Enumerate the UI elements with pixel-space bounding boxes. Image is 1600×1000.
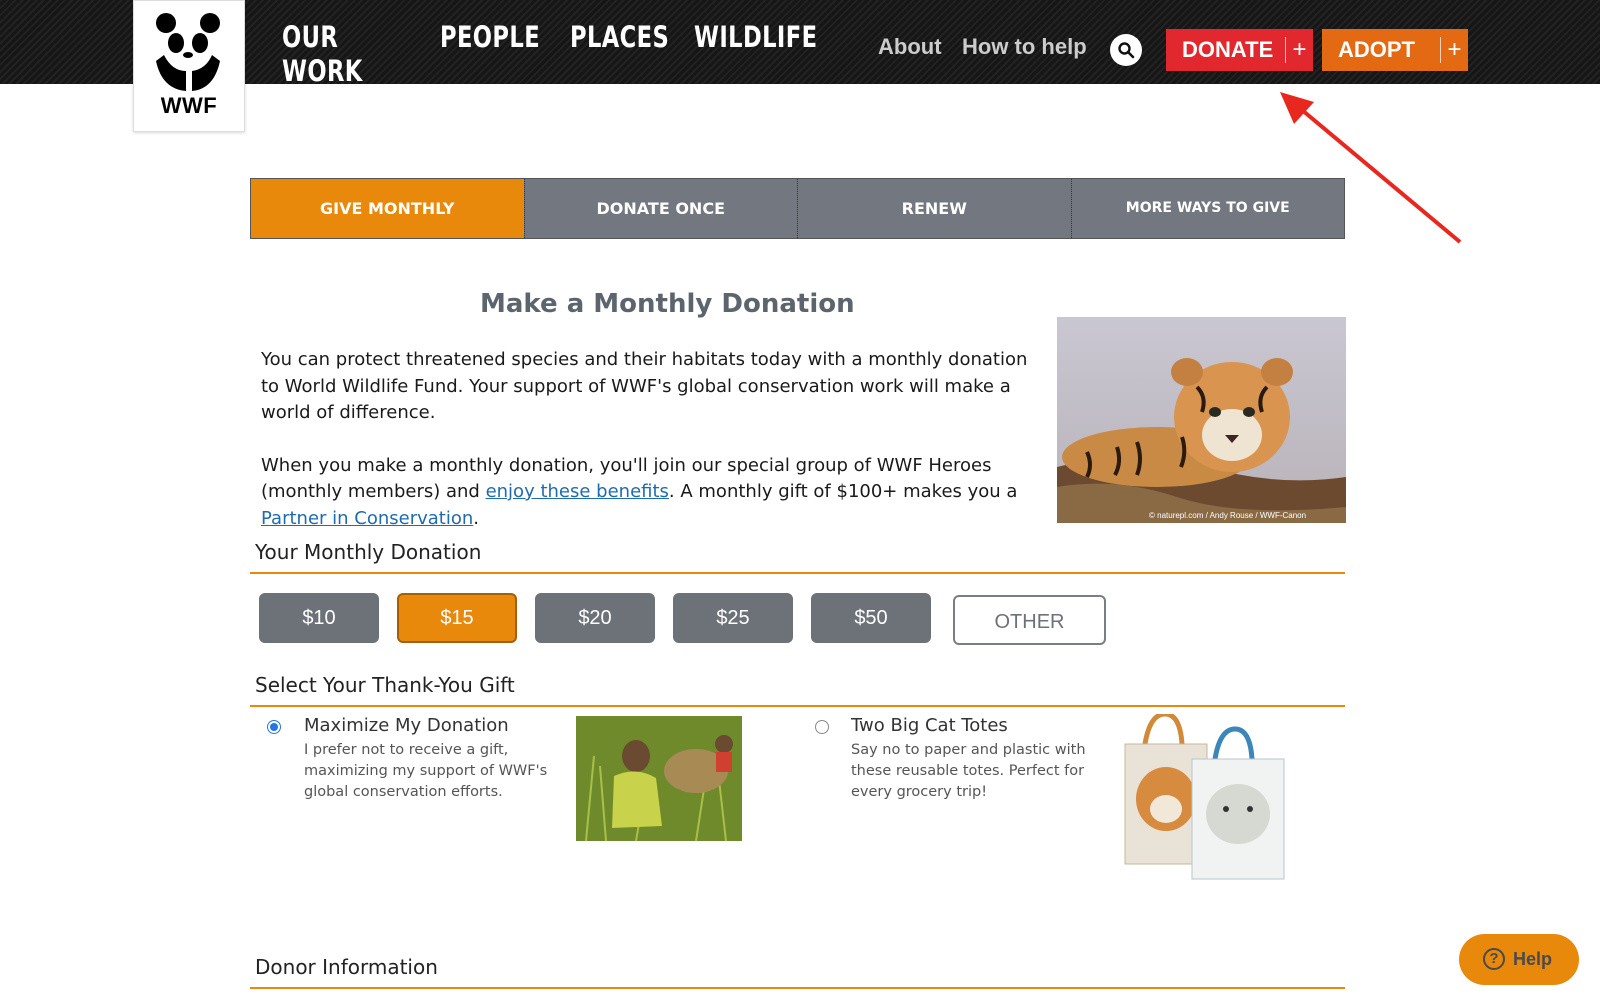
wwf-logo[interactable]: WWF [133,0,245,132]
donate-button[interactable]: DONATE + [1166,29,1313,71]
gift-radio-maximize[interactable] [267,720,281,734]
nav-our-work[interactable]: OUR WORK [282,20,374,88]
gift-title: Two Big Cat Totes [851,715,1008,736]
amount-button-selected[interactable]: $15 [397,593,517,643]
monthly-donation-heading: Your Monthly Donation [250,540,1345,574]
help-label: Help [1513,949,1553,969]
donate-label: DONATE [1182,37,1274,62]
intro-paragraph-1: You can protect threatened species and t… [261,349,1028,423]
donation-tabs: GIVE MONTHLY DONATE ONCE RENEW MORE WAYS… [250,178,1345,239]
amount-button[interactable]: $50 [811,593,931,643]
partner-in-conservation-link[interactable]: Partner in Conservation [261,508,473,529]
panda-icon [156,13,220,91]
tab-give-monthly[interactable]: GIVE MONTHLY [251,179,524,238]
tab-renew[interactable]: RENEW [797,179,1071,238]
intro-text: You can protect threatened species and t… [261,347,1051,558]
woman-harvesting-image [576,716,742,841]
other-amount-button[interactable]: OTHER [953,595,1106,645]
amount-options: $10 $15 $20 $25 $50 OTHER [259,593,1106,645]
donor-information-heading: Donor Information [250,955,1345,989]
logo-text: WWF [160,93,218,118]
gift-title: Maximize My Donation [304,715,509,736]
tiger-cub-image: © naturepl.com / Andy Rouse / WWF-Canon [1057,317,1346,523]
search-button[interactable] [1110,34,1142,66]
intro-paragraph-2: When you make a monthly donation, you'll… [261,453,1051,533]
tab-more-ways-to-give[interactable]: MORE WAYS TO GIVE [1070,179,1344,238]
amount-button[interactable]: $10 [259,593,379,643]
tote-bags-image [1120,711,1295,884]
image-credit: © naturepl.com / Andy Rouse / WWF-Canon [1149,511,1306,520]
nav-how-to-help[interactable]: How to help [962,34,1087,60]
benefits-link[interactable]: enjoy these benefits [486,481,669,502]
page-title: Make a Monthly Donation [480,289,855,319]
plus-icon: + [1285,37,1313,63]
gift-description: Say no to paper and plastic with these r… [851,742,1086,800]
nav-about[interactable]: About [878,34,942,60]
gift-description: I prefer not to receive a gift, maximizi… [304,742,548,800]
gift-radio-totes[interactable] [815,720,829,734]
amount-button[interactable]: $25 [673,593,793,643]
nav-places[interactable]: PLACES [570,20,669,88]
tab-donate-once[interactable]: DONATE ONCE [523,179,797,238]
main-nav: OUR WORK PEOPLE PLACES WILDLIFE [282,20,817,88]
amount-button[interactable]: $20 [535,593,655,643]
adopt-button[interactable]: ADOPT + [1322,29,1468,71]
adopt-label: ADOPT [1338,37,1415,62]
intro-text-part: . [473,507,480,529]
gift-heading: Select Your Thank-You Gift [250,673,1345,707]
nav-wildlife[interactable]: WILDLIFE [694,20,817,88]
search-icon [1118,42,1135,59]
plus-icon: + [1440,37,1468,63]
nav-people[interactable]: PEOPLE [440,20,540,88]
intro-text-part: . A monthly gift of $100+ makes you a [668,481,1018,502]
question-icon: ? [1483,948,1505,970]
help-button[interactable]: ? Help [1459,934,1579,985]
